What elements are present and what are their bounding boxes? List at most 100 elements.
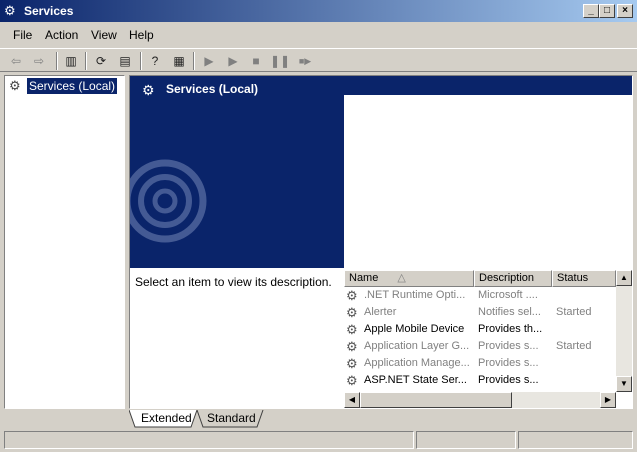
tab-standard[interactable]: Standard <box>201 410 262 427</box>
table-row[interactable]: ⚙ Application Layer G... Provides s... Star… <box>344 338 616 355</box>
toolbar-separator <box>140 52 142 70</box>
table-row[interactable]: ⚙ Alerter Notifies sel... Started <box>344 304 616 321</box>
menu-bar: File Action View Help <box>0 24 637 46</box>
show-hide-tree-button[interactable]: ▥ <box>62 52 80 70</box>
menu-file[interactable]: File <box>13 28 32 42</box>
tree-item-label: Services (Local) <box>27 78 118 94</box>
table-row[interactable]: ⚙ .NET Runtime Opti... Microsoft .... <box>344 287 616 304</box>
restart-service-button[interactable]: ■▶ <box>293 52 317 70</box>
cell-description: Provides s... <box>478 374 539 386</box>
cell-description: Provides s... <box>478 340 539 352</box>
back-icon: ⇦ <box>10 54 22 68</box>
show-hide-tree-icon: ▥ <box>65 54 77 68</box>
maximize-button[interactable]: □ <box>599 4 615 18</box>
services-list[interactable]: Name △ Description Status ⚙ .NET Runtime … <box>344 270 632 408</box>
help-button[interactable]: ? <box>146 52 164 70</box>
status-panel <box>416 431 516 449</box>
cell-status: Started <box>556 340 592 352</box>
toolbar-separator <box>56 52 58 70</box>
gears-icon: ⚙ <box>346 373 358 388</box>
column-header-status[interactable]: Status <box>552 270 616 287</box>
window-title: Services <box>24 4 74 18</box>
refresh-icon: ⟳ <box>95 54 107 68</box>
details-pane: ⚙ Services (Local) Select an item to vie… <box>129 75 633 409</box>
gears-icon: ⚙ <box>346 339 358 354</box>
cell-status: Started <box>556 306 592 318</box>
cell-status <box>556 372 614 389</box>
status-bar <box>0 430 637 452</box>
gears-icon: ⚙ <box>346 305 358 320</box>
cell-name: Alerter <box>364 306 397 318</box>
start-service-icon: ▶ <box>204 54 214 68</box>
minimize-button[interactable]: _ <box>583 4 599 18</box>
cell-name: ASP.NET State Ser... <box>364 374 467 386</box>
cell-name: Apple Mobile Device <box>364 323 465 335</box>
table-row[interactable]: ⚙ ASP.NET State Ser... Provides s... <box>344 372 616 389</box>
stop-service-button[interactable]: ■ <box>247 52 265 70</box>
start-service-alt-button[interactable]: ▶ <box>224 52 242 70</box>
scroll-up-arrow-icon[interactable]: ▲ <box>616 270 632 286</box>
cell-description: Provides s... <box>478 357 539 369</box>
tab-extended[interactable]: Extended <box>135 410 198 427</box>
properties-button[interactable]: ▦ <box>170 52 188 70</box>
view-tabs: Extended Standard <box>129 410 429 428</box>
horizontal-scrollbar[interactable]: ◀ ▶ <box>344 392 616 408</box>
gears-icon: ⚙ <box>346 288 358 303</box>
close-button[interactable]: × <box>617 4 633 18</box>
refresh-button[interactable]: ⟳ <box>92 52 110 70</box>
column-label: Description <box>479 272 535 284</box>
menu-view[interactable]: View <box>91 28 117 42</box>
pane-title: Services (Local) <box>166 82 259 96</box>
start-service-alt-icon: ▶ <box>228 54 238 68</box>
cell-status <box>556 321 614 338</box>
horizontal-scroll-thumb[interactable] <box>360 392 512 408</box>
cell-status <box>556 355 614 372</box>
back-button[interactable]: ⇦ <box>7 52 25 70</box>
gears-icon: ⚙ <box>9 78 21 93</box>
scroll-right-arrow-icon[interactable]: ▶ <box>600 392 616 408</box>
help-icon: ? <box>151 54 159 68</box>
gears-icon: ⚙ <box>142 82 155 98</box>
scroll-left-arrow-icon[interactable]: ◀ <box>344 392 360 408</box>
title-bar[interactable]: ⚙ Services _ □ × <box>0 0 637 22</box>
tree-pane[interactable]: ⚙ Services (Local) <box>4 75 125 409</box>
cell-description: Microsoft .... <box>478 289 538 301</box>
status-panel <box>4 431 414 449</box>
toolbar-separator <box>85 52 87 70</box>
cell-description: Notifies sel... <box>478 306 541 318</box>
cell-name: .NET Runtime Opti... <box>364 289 466 301</box>
column-header-name[interactable]: Name △ <box>344 270 474 287</box>
toolbar-separator <box>193 52 195 70</box>
cell-name: Application Manage... <box>364 357 470 369</box>
menu-action[interactable]: Action <box>45 28 78 42</box>
start-service-button[interactable]: ▶ <box>200 52 218 70</box>
description-text: Select an item to view its description. <box>135 275 332 289</box>
column-label: Name <box>349 272 379 284</box>
forward-button[interactable]: ⇨ <box>30 52 48 70</box>
menu-help[interactable]: Help <box>129 28 154 42</box>
forward-icon: ⇨ <box>33 54 45 68</box>
cell-description: Provides th... <box>478 323 543 335</box>
table-row[interactable]: ⚙ Application Manage... Provides s... <box>344 355 616 372</box>
vertical-scrollbar[interactable]: ▲ ▼ <box>616 270 632 392</box>
gears-icon: ⚙ <box>346 356 358 371</box>
pause-service-button[interactable]: ❚❚ <box>270 52 291 70</box>
blank-area <box>344 95 632 268</box>
cell-name: Application Layer G... <box>364 340 470 352</box>
status-panel <box>518 431 633 449</box>
properties-icon: ▦ <box>173 54 185 68</box>
column-label: Status <box>557 272 589 284</box>
gears-icon: ⚙ <box>4 3 16 18</box>
scroll-down-arrow-icon[interactable]: ▼ <box>616 376 632 392</box>
export-list-icon: ▤ <box>119 54 131 68</box>
export-list-button[interactable]: ▤ <box>116 52 134 70</box>
restart-service-icon: ■▶ <box>298 56 312 66</box>
pause-service-icon: ❚❚ <box>270 54 291 68</box>
table-row[interactable]: ⚙ Apple Mobile Device Provides th... <box>344 321 616 338</box>
sort-ascending-icon: △ <box>397 272 406 284</box>
column-header-description[interactable]: Description <box>474 270 552 287</box>
gears-icon: ⚙ <box>346 322 358 337</box>
toolbar: ⇦ ⇨ ▥ ⟳ ▤ ? ▦ ▶ ▶ ■ ❚❚ ■▶ <box>0 48 637 72</box>
cell-status <box>556 287 614 304</box>
stop-service-icon: ■ <box>252 54 260 68</box>
